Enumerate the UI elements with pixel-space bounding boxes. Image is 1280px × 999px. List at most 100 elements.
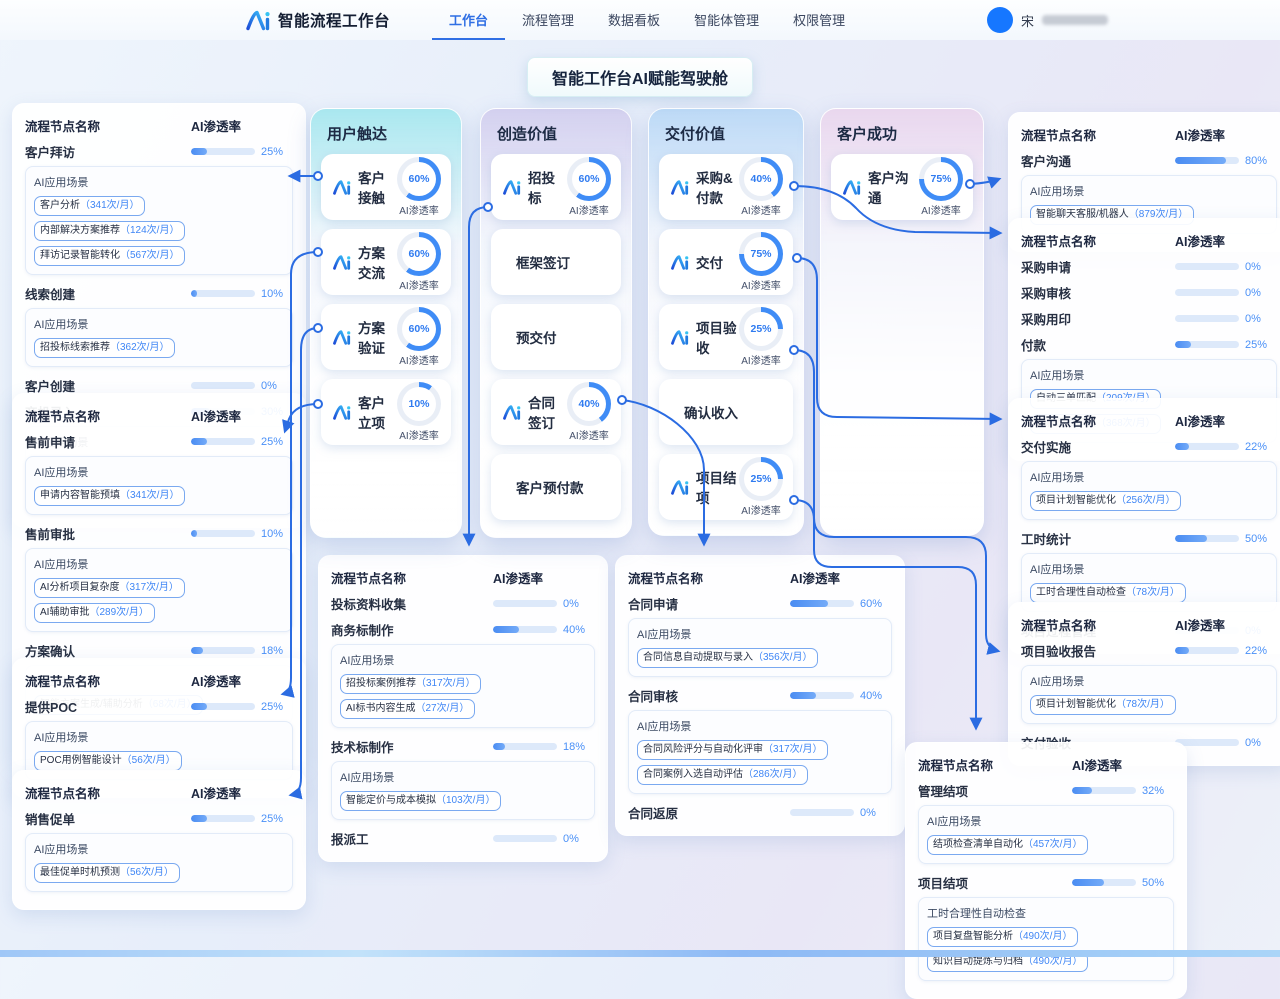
scene-tags: POC用例智能设计（56次/月） [34,751,284,771]
scene-tag-label: AI辅助审批 [40,607,89,618]
app-logo[interactable]: 智能流程工作台 [246,9,390,32]
gauge-block: 25%AI渗透率 [739,457,783,517]
penetration-bar-fill [191,438,207,445]
scene-box-title: AI应用场景 [637,718,883,734]
gauge-caption: AI渗透率 [741,277,780,292]
stage-node-card[interactable]: 采购&付款40%AI渗透率 [659,154,793,220]
penetration-bar-track [1175,289,1239,296]
node-name: 商务标制作 [331,620,493,639]
ai-node-icon [333,404,352,421]
scene-tag-label: 工时合理性自动检查 [1036,587,1126,598]
scene-tags: 智能定价与成本模拟（103次/月） [340,791,586,811]
penetration-bar-group: 50% [1175,533,1277,545]
penetration-value: 0% [1245,261,1271,273]
stage-node-name: 确认收入 [684,402,738,422]
ai-node-icon [503,404,522,421]
penetration-gauge: 40% [739,157,783,201]
stage-node-card[interactable]: 项目验收25%AI渗透率 [659,304,793,370]
stage-node-card[interactable]: 方案验证60%AI渗透率 [321,304,451,370]
node-name: 付款 [1021,335,1175,354]
nav-item-2[interactable]: 流程管理 [505,0,591,40]
penetration-bar-group: 40% [790,690,892,702]
scene-tag-count: （490次/月） [1023,956,1082,967]
gauge-block: 40%AI渗透率 [567,382,611,442]
penetration-bar-track [191,290,255,297]
nav-item-4[interactable]: 智能体管理 [677,0,776,40]
penetration-bar-group: 18% [191,645,293,657]
penetration-value: 40% [860,690,886,702]
penetration-value: 0% [1245,737,1271,749]
scene-tag-count: （124次/月） [120,225,179,236]
stage-column-c2: 创造价值招投标60%AI渗透率框架签订预交付合同签订40%AI渗透率客户预付款 [480,108,632,538]
nav-item-5[interactable]: 权限管理 [776,0,862,40]
penetration-bar-track [493,835,557,842]
gauge-value: 60% [408,323,429,335]
penetration-bar-track [191,530,255,537]
stage-node-card[interactable]: 预交付 [491,304,621,370]
node-row: 采购审核0% [1021,283,1277,302]
node-row: 投标资料收集0% [331,594,595,613]
avatar[interactable] [987,7,1013,33]
node-column-header: 流程节点名称 [918,755,1072,774]
scene-tags: 合同风险评分与自动化评审（317次/月）合同案例入选自动评估（286次/月） [637,740,883,785]
stage-node-name: 框架签订 [516,252,570,272]
user-name: 宋 [1021,11,1034,30]
stage-node-card[interactable]: 交付75%AI渗透率 [659,229,793,295]
scene-tag: 申请内容智能预填（341次/月） [34,486,185,506]
penetration-value: 0% [563,833,589,845]
scene-tag-count: （457次/月） [1023,839,1082,850]
scene-tag-label: 最佳促单时机预测 [40,867,120,878]
stage-node-card[interactable]: 招投标60%AI渗透率 [491,154,621,220]
scene-box-title: AI应用场景 [340,652,586,668]
gauge-caption: AI渗透率 [569,202,608,217]
ai-logo-icon [246,9,272,32]
scene-tag-label: 招投标线索推荐 [40,342,110,353]
stage-node-card[interactable]: 框架签订 [491,229,621,295]
rate-column-header: AI渗透率 [191,406,293,425]
scene-box-title: AI应用场景 [1030,183,1268,199]
user-menu[interactable]: 宋 [987,7,1108,33]
stage-node-card[interactable]: 合同签订40%AI渗透率 [491,379,621,445]
scene-tags: 合同信息自动提取与录入（356次/月） [637,648,883,668]
stage-node-card[interactable]: 客户沟通75%AI渗透率 [831,154,973,220]
penetration-value: 18% [261,645,287,657]
scene-tag: AI标书内容生成（27次/月） [340,699,475,719]
panel-header: 流程节点名称AI渗透率 [25,671,293,690]
scene-tag-label: 智能定价与成本模拟 [346,795,436,806]
scene-tag: 合同风险评分与自动化评审（317次/月） [637,740,828,760]
scene-tag-count: （78次/月） [1126,587,1180,598]
stage-node-card[interactable]: 方案交流60%AI渗透率 [321,229,451,295]
scene-tags: 项目计划智能优化（78次/月） [1030,695,1268,715]
nav-item-3[interactable]: 数据看板 [591,0,677,40]
scene-box: AI应用场景申请内容智能预填（341次/月） [25,456,293,515]
scene-tag: 项目复盘智能分析（490次/月） [927,927,1078,947]
node-name: 售前申请 [25,432,191,451]
bottom-accent-bar [0,950,1280,957]
stage-node-card[interactable]: 确认收入 [659,379,793,445]
stage-node-card[interactable]: 客户预付款 [491,454,621,520]
penetration-bar-track [1072,787,1136,794]
scene-tag-label: AI标书内容生成 [346,703,415,714]
panel-header: 流程节点名称AI渗透率 [25,116,293,135]
node-column-header: 流程节点名称 [1021,231,1175,250]
stage-column-title: 用户触达 [311,117,461,154]
gauge-value: 75% [750,248,771,260]
stage-node-card[interactable]: 客户接触60%AI渗透率 [321,154,451,220]
stage-node-card[interactable]: 客户立项10%AI渗透率 [321,379,451,445]
penetration-bar-group: 50% [1072,877,1174,889]
penetration-bar-fill [191,148,207,155]
rate-column-header: AI渗透率 [191,671,293,690]
node-column-header: 流程节点名称 [25,116,191,135]
stage-node-card[interactable]: 项目结项25%AI渗透率 [659,454,793,520]
stage-node-name: 方案交流 [358,242,397,282]
gauge-caption: AI渗透率 [399,352,438,367]
rate-column-header: AI渗透率 [1072,755,1174,774]
penetration-bar-group: 0% [790,807,892,819]
scene-tag-count: （286次/月） [743,769,802,780]
scene-box-title: AI应用场景 [34,174,284,190]
penetration-value: 0% [563,598,589,610]
scene-tag-count: （78次/月） [1116,699,1170,710]
penetration-bar-fill [191,290,197,297]
nav-item-1[interactable]: 工作台 [432,0,505,40]
penetration-bar-fill [493,743,505,750]
